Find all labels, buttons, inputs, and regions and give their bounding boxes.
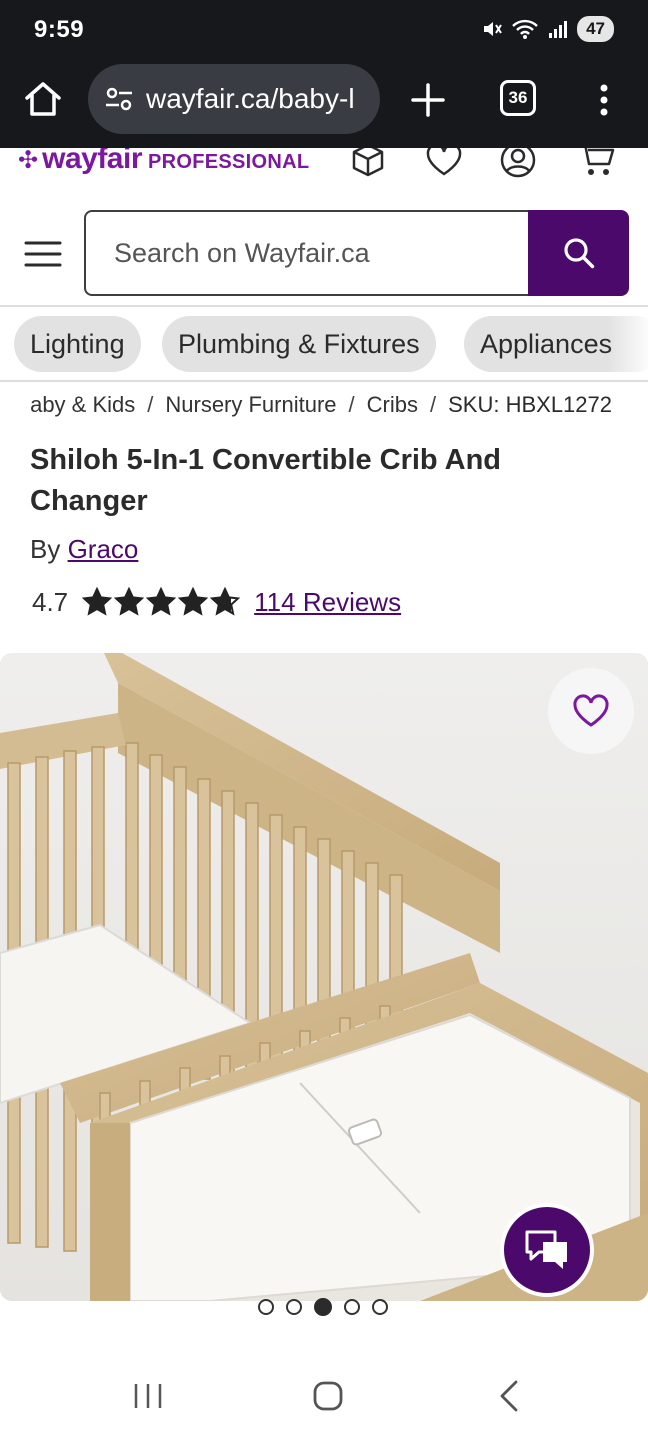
chips-divider (0, 380, 648, 382)
heart-icon (573, 694, 609, 727)
breadcrumb-item-nursery-furniture[interactable]: Nursery Furniture (165, 392, 336, 417)
battery-indicator: 47 (577, 16, 614, 42)
star-full-icon (82, 587, 113, 616)
product-rating: 4.7 114 Reviews (32, 584, 401, 620)
url-text: wayfair.ca/baby-l (146, 83, 355, 114)
rating-stars (82, 587, 241, 617)
search-icon (563, 238, 594, 269)
product-byline: By Graco (30, 534, 138, 565)
account-icon[interactable] (498, 148, 538, 180)
browser-toolbar: wayfair.ca/baby-l 36 (0, 62, 648, 148)
site-header: ✣ wayfair PROFESSIONAL (0, 148, 648, 190)
carousel-dot[interactable] (314, 1298, 332, 1316)
breadcrumb-separator: / (430, 392, 437, 417)
chip-lighting[interactable]: Lighting (14, 316, 141, 372)
more-menu-icon[interactable] (594, 80, 614, 120)
by-label: By (30, 534, 61, 564)
breadcrumb-separator: / (147, 392, 154, 417)
search-row (0, 208, 648, 298)
hamburger-menu-icon[interactable] (24, 240, 62, 268)
breadcrumb-item-baby-kids[interactable]: aby & Kids (30, 392, 135, 417)
carousel-dot[interactable] (286, 1299, 302, 1315)
recent-apps-icon[interactable] (128, 1376, 168, 1416)
rating-score: 4.7 (32, 586, 69, 617)
mute-icon (484, 22, 502, 36)
back-icon[interactable] (490, 1376, 530, 1416)
breadcrumb-item-cribs[interactable]: Cribs (367, 392, 418, 417)
new-tab-icon[interactable] (408, 80, 448, 120)
star-full-icon (114, 587, 145, 616)
carousel-dot[interactable] (372, 1299, 388, 1315)
carousel-dot[interactable] (258, 1299, 274, 1315)
star-full-icon (146, 587, 177, 616)
breadcrumb-separator: / (348, 392, 355, 417)
breadcrumb: aby & Kids / Nursery Furniture / Cribs / SKU: … (0, 392, 648, 422)
chips-fade (608, 316, 648, 374)
address-bar[interactable]: wayfair.ca/baby-l (88, 64, 380, 134)
wayfair-logo[interactable]: ✣ wayfair PROFESSIONAL (18, 148, 309, 176)
chat-button[interactable] (500, 1203, 594, 1297)
brand-link[interactable]: Graco (68, 534, 139, 564)
carousel-dots (258, 1298, 388, 1316)
reviews-link[interactable]: 114 Reviews (254, 587, 401, 618)
status-time: 9:59 (34, 16, 85, 43)
star-half-icon (210, 587, 241, 616)
logo-suffix: PROFESSIONAL (148, 151, 310, 173)
system-nav-bar (0, 1360, 648, 1440)
chip-plumbing-fixtures[interactable]: Plumbing & Fixtures (162, 316, 436, 372)
site-settings-icon[interactable] (104, 84, 134, 114)
logo-wordmark: wayfair (42, 148, 142, 175)
cart-icon[interactable] (576, 148, 616, 180)
chat-bubbles-icon (525, 1230, 567, 1269)
product-title: Shiloh 5-In-1 Convertible Crib And Chang… (30, 444, 501, 517)
category-chips: Lighting Plumbing & Fixtures Appliances (0, 316, 648, 374)
search-button[interactable] (528, 210, 629, 296)
favorite-button[interactable] (548, 668, 634, 754)
status-icons: 47 (481, 16, 614, 42)
search-input[interactable] (114, 237, 530, 269)
search-box[interactable] (84, 210, 530, 296)
breadcrumb-sku: SKU: HBXL1272 (448, 392, 612, 417)
tab-switcher-button[interactable]: 36 (500, 80, 536, 116)
home-icon[interactable] (22, 78, 64, 120)
signal-icon (549, 21, 568, 38)
wayfair-pinwheel-icon: ✣ (18, 148, 39, 174)
box-icon[interactable] (348, 148, 388, 180)
home-button-icon[interactable] (308, 1376, 348, 1416)
star-full-icon (178, 587, 209, 616)
wifi-icon (512, 19, 538, 39)
heart-icon[interactable] (424, 148, 464, 180)
header-divider (0, 305, 648, 307)
carousel-dot[interactable] (344, 1299, 360, 1315)
status-bar: 9:59 47 (0, 0, 648, 62)
